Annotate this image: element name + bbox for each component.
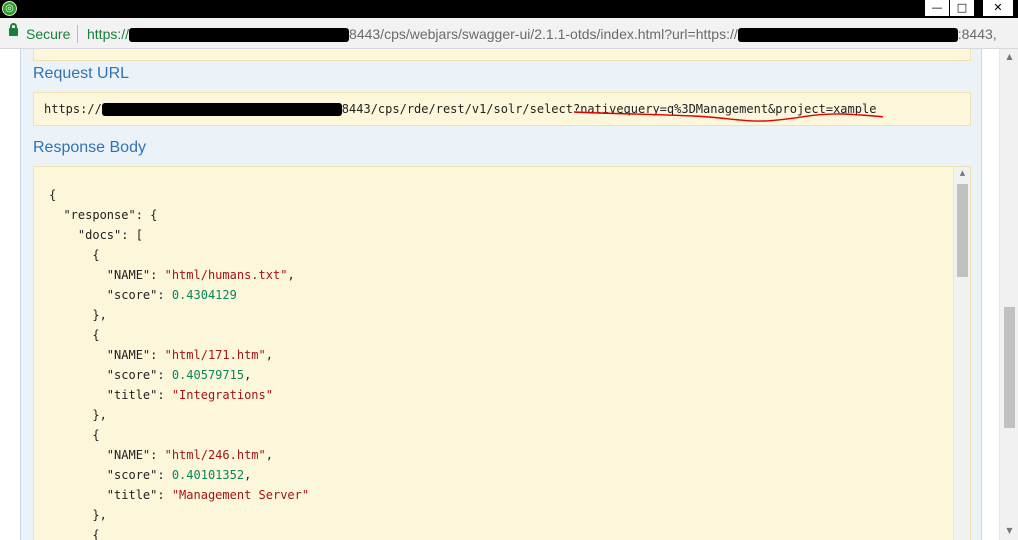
previous-code-box: [33, 49, 971, 61]
json-punctuation: ,: [244, 468, 252, 482]
redacted-host: [101, 103, 342, 116]
response-json: { "response": { "docs": [ { "NAME": "htm…: [49, 185, 309, 540]
json-line: {: [49, 325, 309, 345]
address-divider: [77, 25, 78, 43]
scroll-up-arrow-icon[interactable]: ▲: [954, 169, 970, 181]
json-key: "score": [106, 288, 158, 302]
json-line: "title": "Management Server": [49, 485, 309, 505]
json-punctuation: :: [150, 348, 165, 362]
json-punctuation: ,: [265, 448, 273, 462]
json-line: {: [49, 245, 309, 265]
scrollbar-thumb[interactable]: [957, 184, 968, 277]
json-string: "html/171.htm": [164, 348, 266, 362]
json-line: "score": 0.40101352,: [49, 465, 309, 485]
page-content: Request URL https:// 8443/cps/rde/rest/v1…: [0, 49, 1018, 540]
response-scrollbar[interactable]: ▲: [953, 167, 970, 540]
json-string: "Management Server": [171, 488, 310, 502]
json-string: "html/246.htm": [164, 448, 266, 462]
json-punctuation: : [: [121, 228, 143, 242]
json-punctuation: {: [92, 248, 100, 262]
json-string: "Integrations": [171, 388, 273, 402]
json-punctuation: :: [157, 388, 172, 402]
response-body-heading: Response Body: [33, 139, 146, 156]
minimize-button[interactable]: —: [925, 0, 949, 16]
json-line: {: [49, 185, 309, 205]
maximize-button[interactable]: □: [950, 0, 974, 16]
json-line: "docs": [: [49, 225, 309, 245]
scroll-down-arrow-icon[interactable]: ▼: [1000, 526, 1018, 538]
json-key: "title": [106, 388, 158, 402]
close-button[interactable]: ✕: [983, 0, 1013, 16]
json-line: },: [49, 405, 309, 425]
json-line: },: [49, 505, 309, 525]
json-punctuation: :: [157, 488, 172, 502]
json-key: "docs": [77, 228, 122, 242]
json-key: "score": [106, 368, 158, 382]
page-scrollbar[interactable]: ▲ ▼: [999, 49, 1018, 540]
response-body-box[interactable]: { "response": { "docs": [ { "NAME": "htm…: [33, 166, 971, 540]
json-key: "response": [63, 208, 136, 222]
scrollbar-thumb[interactable]: [1004, 307, 1015, 428]
url-field[interactable]: https:// 8443/cps/webjars/swagger-ui/2.1.…: [85, 18, 1018, 49]
json-punctuation: {: [92, 328, 100, 342]
json-punctuation: {: [49, 188, 57, 202]
swagger-operation-panel: Request URL https:// 8443/cps/rde/rest/v1…: [20, 49, 982, 540]
request-url-box[interactable]: https:// 8443/cps/rde/rest/v1/solr/select…: [33, 92, 971, 126]
url-path: 8443/cps/webjars/swagger-ui/2.1.1-otds/i…: [349, 26, 738, 42]
json-punctuation: },: [92, 308, 107, 322]
json-line: "NAME": "html/humans.txt",: [49, 265, 309, 285]
json-punctuation: ,: [287, 268, 295, 282]
json-punctuation: },: [92, 508, 107, 522]
json-punctuation: :: [150, 448, 165, 462]
json-key: "score": [106, 468, 158, 482]
request-url-path: 8443/cps/rde/rest/v1/solr/select?nativeq…: [341, 102, 877, 116]
url-tail: :8443,: [957, 26, 997, 42]
json-punctuation: :: [157, 468, 172, 482]
json-punctuation: :: [157, 368, 172, 382]
json-punctuation: {: [92, 528, 100, 540]
json-key: "NAME": [106, 268, 151, 282]
redacted-host: [737, 28, 958, 43]
json-line: "score": 0.40579715,: [49, 365, 309, 385]
json-punctuation: ,: [244, 368, 252, 382]
address-bar[interactable]: Secure https:// 8443/cps/webjars/swagger-…: [0, 18, 1018, 49]
security-indicator[interactable]: Secure: [26, 26, 70, 42]
json-key: "title": [106, 488, 158, 502]
json-line: "NAME": "html/246.htm",: [49, 445, 309, 465]
json-punctuation: ,: [265, 348, 273, 362]
request-url-scheme: https://: [44, 102, 102, 116]
json-punctuation: : {: [135, 208, 158, 222]
url-scheme: https://: [87, 26, 130, 42]
json-punctuation: :: [157, 288, 172, 302]
chrome-app-icon: ◎: [2, 1, 17, 16]
json-line: },: [49, 305, 309, 325]
json-key: "NAME": [106, 448, 151, 462]
json-line: "score": 0.4304129: [49, 285, 309, 305]
json-line: "response": {: [49, 205, 309, 225]
lock-icon[interactable]: [9, 23, 18, 36]
redacted-host: [129, 28, 350, 43]
json-punctuation: {: [92, 428, 100, 442]
json-punctuation: },: [92, 408, 107, 422]
json-key: "NAME": [106, 348, 151, 362]
json-number: 0.40101352: [171, 468, 245, 482]
json-number: 0.40579715: [171, 368, 245, 382]
url-text[interactable]: https:// 8443/cps/webjars/swagger-ui/2.1.…: [87, 26, 997, 43]
json-line: "NAME": "html/171.htm",: [49, 345, 309, 365]
request-url-heading: Request URL: [33, 65, 130, 82]
json-punctuation: :: [150, 268, 165, 282]
json-line: {: [49, 425, 309, 445]
json-string: "html/humans.txt": [164, 268, 288, 282]
json-line: "title": "Integrations": [49, 385, 309, 405]
scroll-up-arrow-icon[interactable]: ▲: [1000, 52, 1018, 64]
json-number: 0.4304129: [171, 288, 237, 302]
json-line: {: [49, 525, 309, 540]
window-titlebar: ◎ — □ ✕: [0, 0, 1018, 18]
